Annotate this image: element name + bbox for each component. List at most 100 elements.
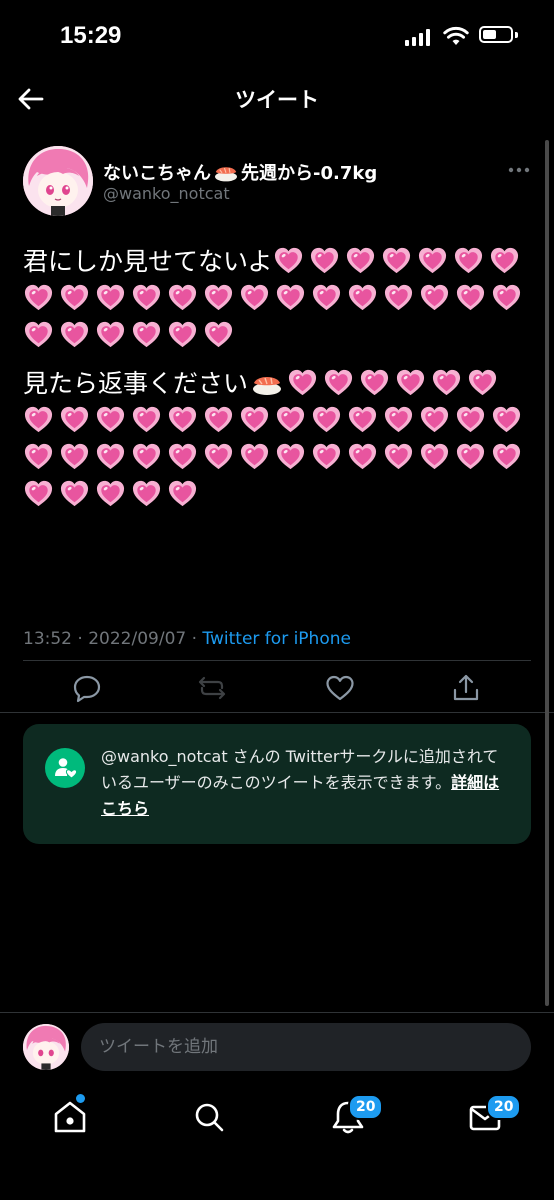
search-icon[interactable] (189, 1097, 229, 1137)
home-new-indicator (76, 1094, 85, 1103)
pink-heart-emoji-icon (276, 443, 305, 470)
pink-heart-emoji-icon (60, 284, 89, 311)
pink-heart-emoji-icon (468, 369, 497, 396)
pink-heart-emoji-icon (132, 284, 161, 311)
pink-heart-emoji-icon (24, 284, 53, 311)
notice-body: @wanko_notcat さんの Twitterサークルに追加されているユーザ… (101, 747, 499, 792)
display-name-suffix: 先週から-0.7kg (241, 163, 378, 184)
notifications-badge: 20 (348, 1094, 384, 1120)
pink-heart-emoji-icon (240, 284, 269, 311)
pink-heart-emoji-icon (312, 284, 341, 311)
tweet-line-2-text: 見たら返事ください (23, 370, 249, 398)
back-arrow-icon[interactable] (16, 84, 46, 114)
home-icon[interactable] (50, 1097, 90, 1137)
pink-heart-emoji-icon (348, 443, 377, 470)
pink-heart-emoji-icon (24, 406, 53, 433)
pink-heart-emoji-icon (132, 406, 161, 433)
pink-heart-emoji-icon (382, 247, 410, 274)
pink-heart-emoji-icon (490, 247, 518, 274)
twitter-circle-notice: @wanko_notcat さんの Twitterサークルに追加されているユーザ… (23, 724, 531, 844)
pink-heart-emoji-icon (456, 284, 485, 311)
pink-heart-emoji-icon (384, 284, 413, 311)
reply-icon[interactable] (71, 672, 103, 704)
meta-separator: · (191, 629, 198, 649)
tweet-meta: 13:52 · 2022/09/07 · Twitter for iPhone (23, 629, 351, 649)
pink-heart-emoji-icon (132, 480, 161, 507)
notice-text: @wanko_notcat さんの Twitterサークルに追加されているユーザ… (101, 744, 513, 822)
divider (23, 660, 531, 661)
pink-heart-emoji-icon (168, 443, 197, 470)
pink-heart-emoji-icon (288, 369, 317, 396)
pink-heart-emoji-icon (168, 284, 197, 311)
pink-heart-emoji-icon (348, 406, 377, 433)
display-name-text: ないこちゃん (103, 163, 211, 184)
pink-heart-emoji-icon (168, 480, 197, 507)
pink-heart-emoji-icon (492, 406, 521, 433)
pink-heart-emoji-icon (492, 284, 521, 311)
pink-heart-emoji-icon (132, 443, 161, 470)
pink-heart-emoji-icon (324, 369, 353, 396)
wifi-icon (443, 26, 469, 45)
retweet-icon (198, 676, 226, 700)
pink-heart-emoji-icon (456, 443, 485, 470)
pink-heart-emoji-icon (168, 406, 197, 433)
reply-input[interactable]: ツイートを追加 (81, 1023, 531, 1071)
pink-heart-emoji-icon (204, 284, 233, 311)
pink-heart-emoji-icon (420, 284, 449, 311)
pink-heart-emoji-icon (384, 443, 413, 470)
pink-heart-emoji-icon (168, 321, 197, 348)
pink-heart-emoji-icon (432, 369, 461, 396)
pink-heart-emoji-icon (60, 480, 89, 507)
pink-heart-emoji-icon (24, 480, 53, 507)
pink-heart-emoji-icon (60, 406, 89, 433)
pink-heart-emoji-icon (96, 406, 125, 433)
pink-heart-emoji-icon (96, 480, 125, 507)
pink-heart-emoji-icon (396, 369, 425, 396)
share-icon[interactable] (450, 672, 482, 704)
divider (0, 1012, 554, 1013)
pink-heart-emoji-icon (132, 321, 161, 348)
author-avatar[interactable] (23, 146, 93, 216)
pink-heart-emoji-icon (454, 247, 482, 274)
pink-heart-emoji-icon (456, 406, 485, 433)
like-icon[interactable] (324, 672, 356, 704)
sushi-emoji-icon (215, 167, 237, 182)
tweet-time: 13:52 (23, 629, 72, 649)
pink-heart-emoji-icon (204, 443, 233, 470)
tweet-date: 2022/09/07 (88, 629, 187, 649)
pink-heart-emoji-icon (346, 247, 374, 274)
divider (0, 712, 554, 713)
cellular-signal-icon (405, 28, 431, 46)
user-avatar[interactable] (23, 1024, 69, 1070)
tweet-source-link[interactable]: Twitter for iPhone (202, 629, 351, 649)
pink-heart-emoji-icon (274, 247, 302, 274)
battery-tip (515, 32, 518, 38)
pink-heart-emoji-icon (276, 406, 305, 433)
pink-heart-emoji-icon (240, 443, 269, 470)
sushi-emoji-icon (253, 377, 282, 395)
pink-heart-emoji-icon (24, 443, 53, 470)
status-bar: 15:29 (0, 0, 554, 70)
pink-heart-emoji-icon (492, 443, 521, 470)
pink-heart-emoji-icon (420, 443, 449, 470)
pink-heart-emoji-icon (312, 406, 341, 433)
pink-heart-emoji-icon (420, 406, 449, 433)
pink-heart-emoji-icon (24, 321, 53, 348)
pink-heart-emoji-icon (310, 247, 338, 274)
author-handle[interactable]: @wanko_notcat (103, 184, 230, 203)
tweet-line-1-text: 君にしか見せてないよ (23, 248, 273, 276)
pink-heart-emoji-icon (204, 406, 233, 433)
scrollbar[interactable] (545, 140, 549, 1006)
pink-heart-emoji-icon (418, 247, 446, 274)
meta-separator: · (77, 629, 83, 649)
pink-heart-emoji-icon (60, 443, 89, 470)
pink-heart-emoji-icon (60, 321, 89, 348)
pink-heart-emoji-icon (96, 321, 125, 348)
more-options-icon[interactable] (507, 166, 531, 174)
author-display-name[interactable]: ないこちゃん 先週から-0.7kg (103, 159, 377, 185)
pink-heart-emoji-icon (312, 443, 341, 470)
pink-heart-emoji-icon (384, 406, 413, 433)
status-time: 15:29 (60, 22, 122, 49)
pink-heart-emoji-icon (348, 284, 377, 311)
tweet-text: 君にしか見せてないよ 見たら返事ください (23, 244, 533, 525)
